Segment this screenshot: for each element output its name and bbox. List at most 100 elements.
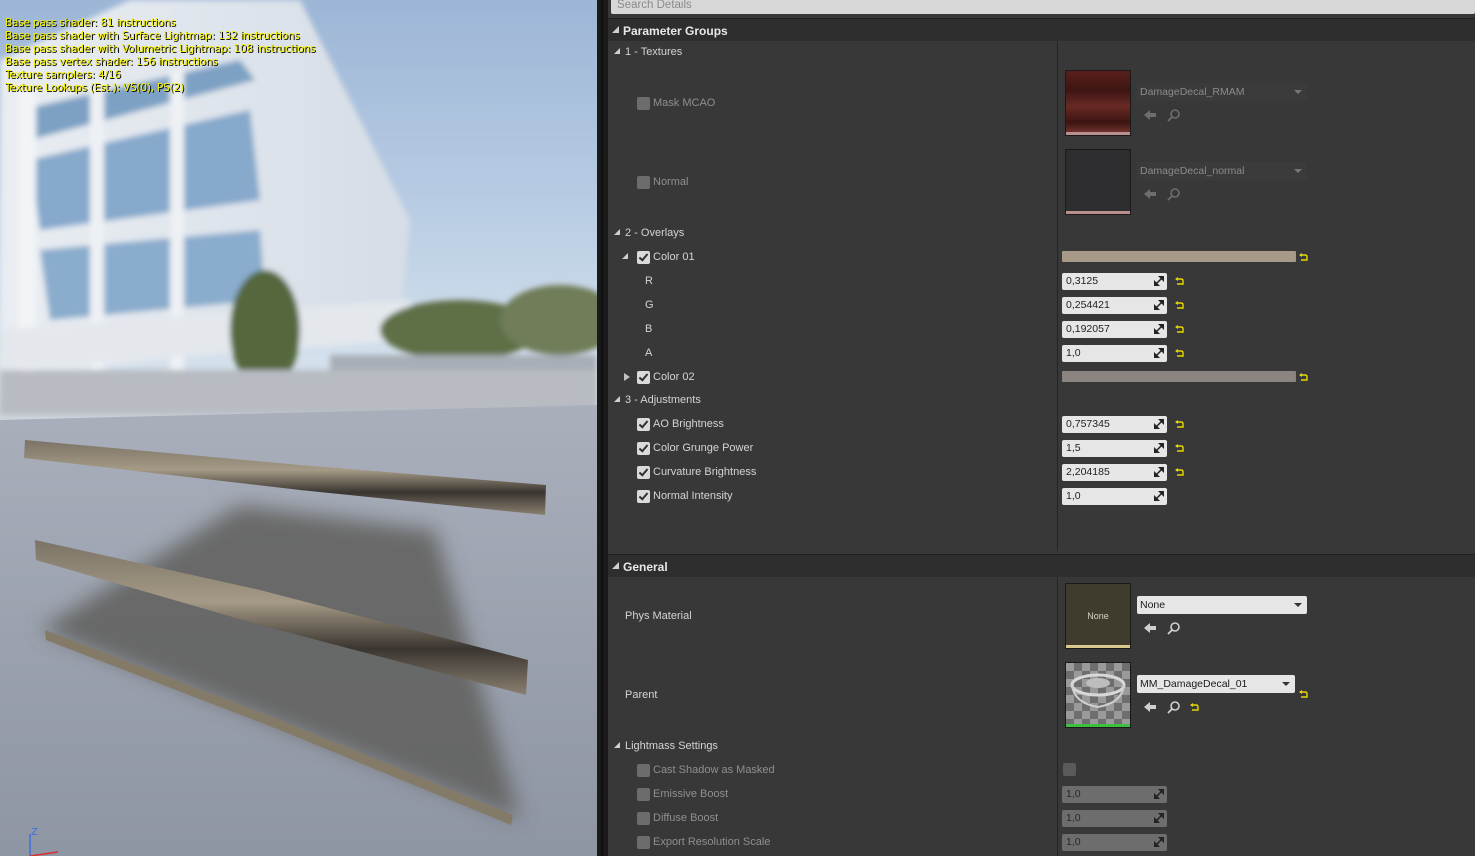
drag-resize-icon[interactable] — [1154, 300, 1164, 310]
stats-line: Texture Lookups (Est.): VS(0), PS(2) — [5, 82, 184, 94]
panel-splitter[interactable] — [597, 0, 608, 856]
reset-to-default-icon[interactable] — [1175, 325, 1184, 333]
reset-to-default-icon[interactable] — [1175, 277, 1184, 285]
override-checkbox[interactable] — [637, 490, 650, 503]
reset-to-default-icon[interactable] — [1190, 703, 1199, 711]
numeric-field[interactable]: 0,254421 — [1062, 297, 1167, 314]
drag-resize-icon[interactable] — [1154, 491, 1164, 501]
numeric-field[interactable]: 1,0 — [1062, 786, 1167, 803]
use-selected-arrow-icon[interactable] — [1143, 187, 1157, 201]
reset-to-default-icon[interactable] — [1175, 444, 1184, 452]
group-adjustments[interactable]: 3 - Adjustments — [608, 388, 1475, 412]
numeric-field[interactable]: 1,5 — [1062, 440, 1167, 457]
numeric-field[interactable]: 0,192057 — [1062, 321, 1167, 338]
numeric-field[interactable]: 1,0 — [1062, 345, 1167, 362]
color-swatch[interactable] — [1062, 371, 1296, 382]
group-lightmass-settings[interactable]: Lightmass Settings — [608, 734, 1475, 758]
preview-viewport[interactable]: Base pass shader: 81 instructions Base p… — [0, 0, 597, 856]
override-checkbox[interactable] — [637, 97, 650, 110]
drag-resize-icon[interactable] — [1154, 419, 1164, 429]
color-swatch[interactable] — [1062, 251, 1296, 262]
channel-label: G — [645, 299, 654, 311]
override-checkbox[interactable] — [637, 812, 650, 825]
asset-name: MM_DamageDecal_01 — [1140, 678, 1248, 690]
numeric-field[interactable]: 0,757345 — [1062, 416, 1167, 433]
drag-resize-icon[interactable] — [1154, 348, 1164, 358]
param-curvature-brightness: Curvature Brightness — [608, 460, 1475, 484]
field-value: 0,3125 — [1066, 275, 1099, 287]
parent-combo[interactable]: MM_DamageDecal_01 — [1137, 675, 1295, 693]
reset-to-default-icon[interactable] — [1175, 301, 1184, 309]
override-checkbox[interactable] — [637, 466, 650, 479]
param-color-grunge-power: Color Grunge Power — [608, 436, 1475, 460]
group-textures[interactable]: 1 - Textures — [608, 40, 1475, 64]
override-checkbox[interactable] — [637, 371, 650, 384]
group-overlays[interactable]: 2 - Overlays — [608, 221, 1475, 245]
group-title: Lightmass Settings — [625, 740, 718, 752]
general-header[interactable]: General — [608, 554, 1475, 577]
value-checkbox[interactable] — [1063, 763, 1076, 776]
drag-resize-icon[interactable] — [1154, 443, 1164, 453]
reset-to-default-icon[interactable] — [1175, 468, 1184, 476]
collapse-icon[interactable] — [612, 26, 619, 33]
texture-thumbnail[interactable] — [1065, 149, 1131, 215]
collapse-icon[interactable] — [614, 396, 620, 402]
param-label: Normal — [653, 176, 689, 188]
axis-label: Z — [31, 827, 38, 838]
reset-to-default-icon[interactable] — [1299, 690, 1308, 698]
prop-label: Export Resolution Scale — [653, 836, 771, 848]
group-title: 2 - Overlays — [625, 227, 685, 239]
collapse-icon[interactable] — [614, 742, 620, 748]
override-checkbox[interactable] — [637, 442, 650, 455]
reset-to-default-icon[interactable] — [1299, 253, 1308, 261]
phys-material-combo[interactable]: None — [1137, 596, 1307, 614]
drag-resize-icon[interactable] — [1154, 276, 1164, 286]
prop-cast-shadow-as-masked: Cast Shadow as Masked — [608, 758, 1475, 782]
reset-to-default-icon[interactable] — [1299, 373, 1308, 381]
search-details-input[interactable]: Search Details — [611, 0, 1475, 14]
parent-material-thumbnail[interactable] — [1065, 662, 1131, 728]
category-title: Parameter Groups — [623, 24, 728, 38]
field-value: 1,0 — [1066, 812, 1081, 824]
drag-resize-icon[interactable] — [1154, 467, 1164, 477]
numeric-field[interactable]: 1,0 — [1062, 488, 1167, 505]
numeric-field[interactable]: 2,204185 — [1062, 464, 1167, 481]
texture-thumbnail[interactable] — [1065, 70, 1131, 136]
collapse-icon[interactable] — [614, 229, 620, 235]
override-checkbox[interactable] — [637, 418, 650, 431]
numeric-field[interactable]: 1,0 — [1062, 834, 1167, 851]
override-checkbox[interactable] — [637, 788, 650, 801]
field-value: 1,0 — [1066, 836, 1081, 848]
drag-resize-icon[interactable] — [1154, 789, 1164, 799]
reset-to-default-icon[interactable] — [1175, 420, 1184, 428]
shader-stats-overlay: Base pass shader: 81 instructions Base p… — [5, 17, 315, 95]
stats-line: Base pass vertex shader: 156 instruction… — [5, 56, 218, 68]
asset-thumbnail[interactable]: None — [1065, 583, 1131, 649]
drag-resize-icon[interactable] — [1154, 837, 1164, 847]
parameter-groups-header[interactable]: Parameter Groups — [608, 18, 1475, 41]
override-checkbox[interactable] — [637, 251, 650, 264]
use-selected-arrow-icon[interactable] — [1143, 108, 1157, 122]
browse-search-icon[interactable] — [1167, 621, 1181, 635]
override-checkbox[interactable] — [637, 764, 650, 777]
asset-combo-normal[interactable]: DamageDecal_normal — [1137, 162, 1307, 180]
override-checkbox[interactable] — [637, 836, 650, 849]
override-checkbox[interactable] — [637, 176, 650, 189]
use-selected-arrow-icon[interactable] — [1143, 621, 1157, 635]
expand-icon[interactable] — [624, 373, 630, 381]
reset-to-default-icon[interactable] — [1175, 349, 1184, 357]
asset-combo-mask[interactable]: DamageDecal_RMAM — [1137, 83, 1307, 101]
numeric-field[interactable]: 1,0 — [1062, 810, 1167, 827]
collapse-icon[interactable] — [622, 253, 628, 259]
numeric-field[interactable]: 0,3125 — [1062, 273, 1167, 290]
drag-resize-icon[interactable] — [1154, 324, 1164, 334]
use-selected-arrow-icon[interactable] — [1143, 700, 1157, 714]
browse-search-icon[interactable] — [1167, 700, 1181, 714]
browse-search-icon[interactable] — [1167, 187, 1181, 201]
browse-search-icon[interactable] — [1167, 108, 1181, 122]
collapse-icon[interactable] — [614, 48, 620, 54]
param-normal: Normal — [608, 170, 1475, 194]
drag-resize-icon[interactable] — [1154, 813, 1164, 823]
channel-label: B — [645, 323, 653, 335]
collapse-icon[interactable] — [612, 562, 619, 569]
